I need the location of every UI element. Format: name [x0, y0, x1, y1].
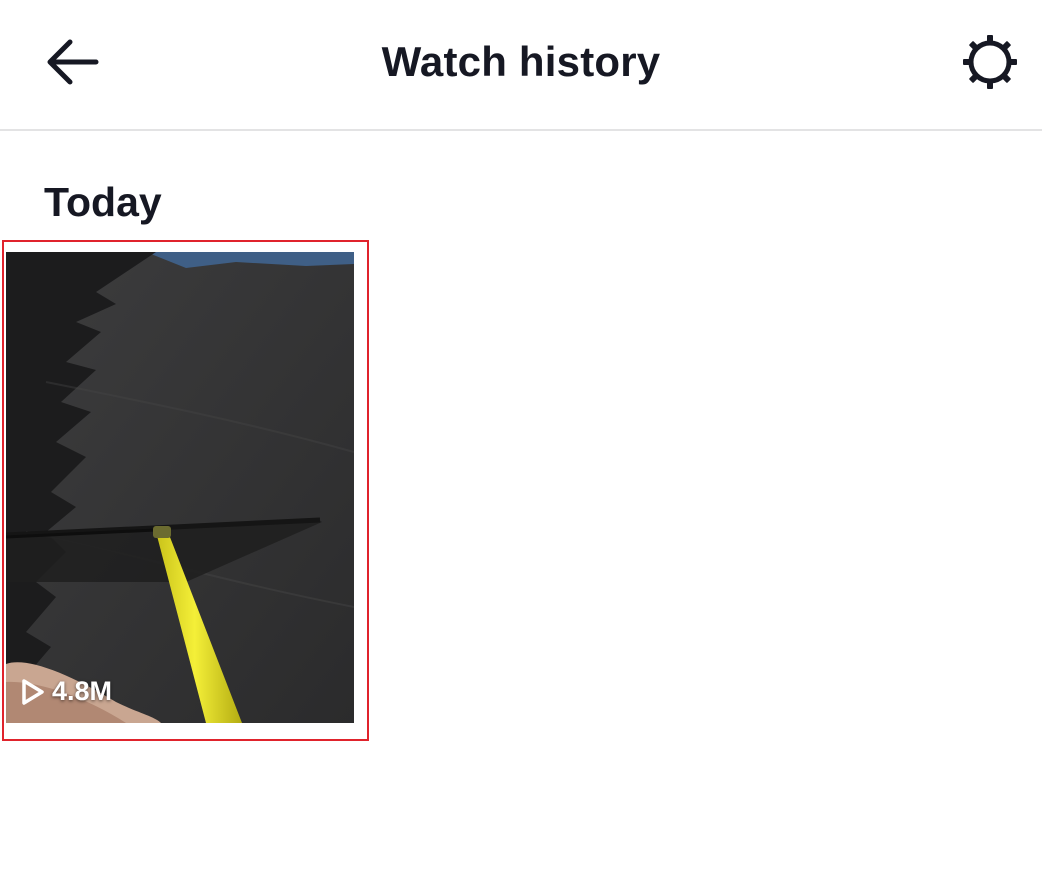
gear-icon — [960, 32, 1020, 97]
top-bar: Watch history — [0, 0, 1042, 131]
video-thumbnail-image — [6, 252, 354, 723]
section-title-today: Today — [44, 179, 162, 225]
settings-button[interactable] — [955, 32, 1025, 96]
play-outline-icon — [20, 678, 46, 706]
page-title: Watch history — [381, 38, 661, 85]
view-count: 4.8M — [20, 676, 112, 707]
view-count-label: 4.8M — [52, 676, 113, 706]
video-thumbnail[interactable]: 4.8M — [6, 252, 354, 723]
